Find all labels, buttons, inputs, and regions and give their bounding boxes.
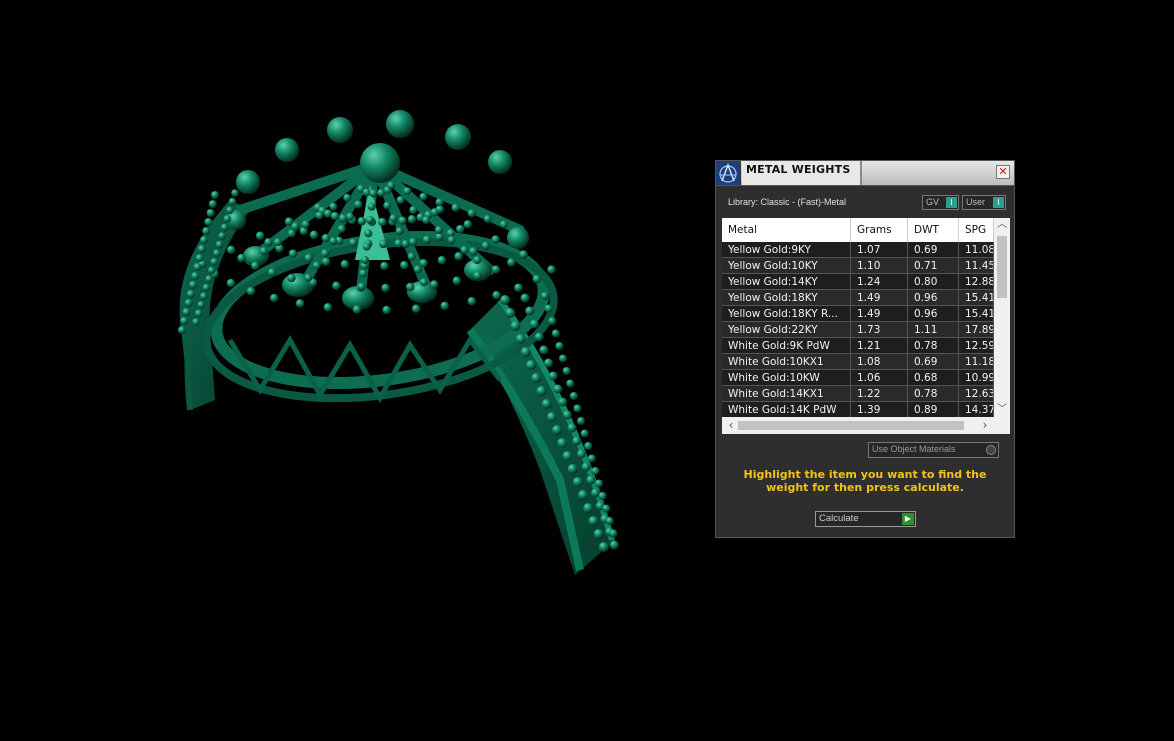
header-dwt[interactable]: DWT (908, 218, 959, 242)
table-row[interactable]: Yellow Gold:22KY 1.73 1.11 17.89 (722, 322, 994, 338)
cell-metal: Yellow Gold:9KY (722, 242, 851, 258)
cell-metal: Yellow Gold:14KY (722, 274, 851, 290)
cell-grams: 1.49 (851, 290, 908, 306)
cell-dwt: 0.78 (908, 338, 959, 354)
cell-spg: 15.41 (959, 306, 994, 322)
cell-grams: 1.08 (851, 354, 908, 370)
cell-dwt: 0.68 (908, 370, 959, 386)
cell-grams: 1.06 (851, 370, 908, 386)
panel-titlebar[interactable]: METAL WEIGHTS ✕ (716, 161, 1014, 186)
scroll-left-icon[interactable]: ‹ (724, 417, 738, 434)
cell-dwt: 0.78 (908, 386, 959, 402)
cell-metal: White Gold:14K PdW (722, 402, 851, 417)
panel-title: METAL WEIGHTS (746, 163, 851, 176)
cell-metal: White Gold:14KX1 (722, 386, 851, 402)
table-body: Yellow Gold:9KY 1.07 0.69 11.08 Yellow G… (722, 242, 994, 417)
metal-weights-table: Metal Grams DWT SPG Yellow Gold:9KY 1.07… (722, 218, 1010, 434)
radio-icon (986, 445, 996, 455)
table-row[interactable]: Yellow Gold:10KY 1.10 0.71 11.45 (722, 258, 994, 274)
cell-grams: 1.39 (851, 402, 908, 417)
table-row[interactable]: White Gold:10KW 1.06 0.68 10.99 (722, 370, 994, 386)
use-object-materials-toggle[interactable]: Use Object Materials (868, 442, 999, 458)
cell-dwt: 0.69 (908, 354, 959, 370)
cell-dwt: 0.96 (908, 306, 959, 322)
close-icon: ✕ (998, 165, 1008, 178)
user-toggle[interactable]: User I (962, 195, 1006, 210)
cell-spg: 12.59 (959, 338, 994, 354)
cell-metal: Yellow Gold:18KY R... (722, 306, 851, 322)
cell-spg: 12.63 (959, 386, 994, 402)
header-metal[interactable]: Metal (722, 218, 851, 242)
cell-metal: White Gold:9K PdW (722, 338, 851, 354)
table-row[interactable]: Yellow Gold:9KY 1.07 0.69 11.08 (722, 242, 994, 258)
vertical-scroll-thumb[interactable] (997, 236, 1007, 298)
cell-spg: 11.45 (959, 258, 994, 274)
calculate-button[interactable]: Calculate ▶ (815, 511, 916, 527)
cell-grams: 1.49 (851, 306, 908, 322)
library-label: Library: Classic - (Fast)-Metal (728, 197, 847, 207)
cell-dwt: 0.71 (908, 258, 959, 274)
gv-toggle-label: GV (926, 197, 940, 207)
table-row[interactable]: White Gold:14KX1 1.22 0.78 12.63 (722, 386, 994, 402)
cell-grams: 1.24 (851, 274, 908, 290)
cell-grams: 1.10 (851, 258, 908, 274)
user-toggle-label: User (966, 197, 986, 207)
cell-dwt: 0.80 (908, 274, 959, 290)
cell-grams: 1.21 (851, 338, 908, 354)
cell-grams: 1.07 (851, 242, 908, 258)
metal-weights-panel: METAL WEIGHTS ✕ Library: Classic - (Fast… (715, 160, 1015, 538)
cell-grams: 1.22 (851, 386, 908, 402)
horizontal-scroll-thumb[interactable] (738, 421, 964, 430)
cell-metal: Yellow Gold:18KY (722, 290, 851, 306)
cell-dwt: 0.69 (908, 242, 959, 258)
toggle-knob-icon: I (946, 197, 957, 208)
cell-metal: White Gold:10KX1 (722, 354, 851, 370)
table-header: Metal Grams DWT SPG (722, 218, 994, 243)
play-icon: ▶ (902, 513, 914, 525)
cell-grams: 1.73 (851, 322, 908, 338)
cell-dwt: 1.11 (908, 322, 959, 338)
header-grams[interactable]: Grams (851, 218, 908, 242)
scroll-up-icon[interactable]: ︿ (994, 218, 1010, 232)
horizontal-scrollbar[interactable]: ‹ › (722, 417, 1010, 434)
cell-spg: 11.18 (959, 354, 994, 370)
cell-dwt: 0.89 (908, 402, 959, 417)
table-row[interactable]: Yellow Gold:18KY 1.49 0.96 15.41 (722, 290, 994, 306)
calculate-label: Calculate (819, 513, 859, 524)
close-button[interactable]: ✕ (996, 165, 1010, 179)
vertical-scrollbar[interactable]: ︿ ﹀ (994, 218, 1010, 417)
table-row[interactable]: Yellow Gold:14KY 1.24 0.80 12.88 (722, 274, 994, 290)
gv-toggle[interactable]: GV I (922, 195, 959, 210)
cell-spg: 10.99 (959, 370, 994, 386)
cell-spg: 17.89 (959, 322, 994, 338)
cell-dwt: 0.96 (908, 290, 959, 306)
scroll-right-icon[interactable]: › (978, 417, 992, 434)
scroll-down-icon[interactable]: ﹀ (994, 403, 1010, 417)
cell-spg: 14.37 (959, 402, 994, 417)
metal-weights-app-icon (716, 161, 741, 185)
cell-metal: Yellow Gold:10KY (722, 258, 851, 274)
cell-metal: White Gold:10KW (722, 370, 851, 386)
use-object-materials-label: Use Object Materials (872, 444, 956, 454)
table-row[interactable]: White Gold:14K PdW 1.39 0.89 14.37 (722, 402, 994, 417)
toggle-knob-icon: I (993, 197, 1004, 208)
table-row[interactable]: White Gold:10KX1 1.08 0.69 11.18 (722, 354, 994, 370)
cell-metal: Yellow Gold:22KY (722, 322, 851, 338)
header-spg[interactable]: SPG (959, 218, 994, 242)
cell-spg: 15.41 (959, 290, 994, 306)
cell-spg: 12.88 (959, 274, 994, 290)
instruction-text: Highlight the item you want to find the … (743, 468, 987, 494)
table-row[interactable]: Yellow Gold:18KY R... 1.49 0.96 15.41 (722, 306, 994, 322)
cell-spg: 11.08 (959, 242, 994, 258)
table-row[interactable]: White Gold:9K PdW 1.21 0.78 12.59 (722, 338, 994, 354)
